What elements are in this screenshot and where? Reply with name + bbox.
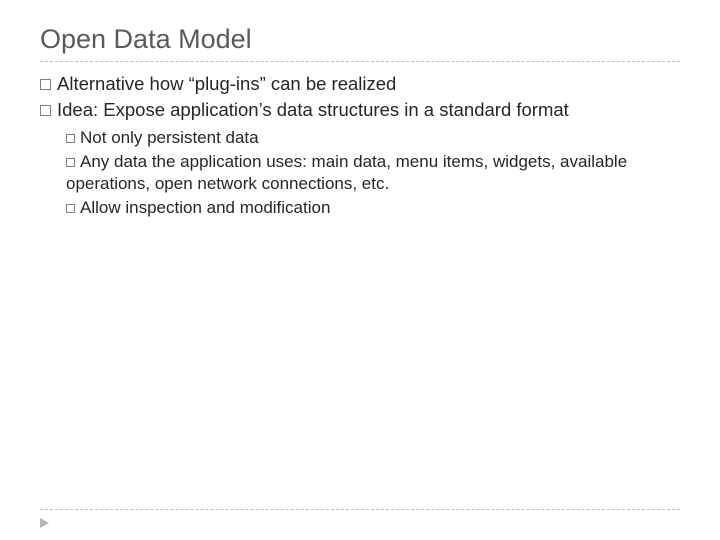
list-item: Any data the application uses: main data… xyxy=(66,151,680,195)
title-divider xyxy=(40,61,680,62)
square-bullet-icon xyxy=(66,158,75,167)
bullet-list-level2: Not only persistent data Any data the ap… xyxy=(40,127,680,218)
bullet-text: Expose application’s data structures in … xyxy=(98,99,569,120)
bullet-list-level1: Alternative how “plug-ins” can be realiz… xyxy=(40,72,680,218)
list-item: Allow inspection and modification xyxy=(66,197,680,219)
bullet-lead: Alternative xyxy=(57,73,144,94)
arrow-right-icon xyxy=(40,518,49,528)
footer-divider xyxy=(40,509,680,510)
bullet-lead: Any xyxy=(80,152,109,171)
bullet-lead: Not xyxy=(80,128,106,147)
list-item: Idea: Expose application’s data structur… xyxy=(40,98,680,219)
slide-content: Open Data Model Alternative how “plug-in… xyxy=(0,0,720,218)
bullet-text: data the application uses: main data, me… xyxy=(66,152,627,193)
list-item: Not only persistent data xyxy=(66,127,680,149)
square-bullet-icon xyxy=(66,204,75,213)
bullet-text: how “plug-ins” can be realized xyxy=(144,73,396,94)
bullet-lead: Idea: xyxy=(57,99,98,120)
square-bullet-icon xyxy=(66,134,75,143)
slide-title: Open Data Model xyxy=(40,24,680,55)
square-bullet-icon xyxy=(40,105,51,116)
bullet-text: inspection and modification xyxy=(121,198,331,217)
bullet-text: only persistent data xyxy=(106,128,258,147)
bullet-lead: Allow xyxy=(80,198,121,217)
square-bullet-icon xyxy=(40,79,51,90)
list-item: Alternative how “plug-ins” can be realiz… xyxy=(40,72,680,96)
